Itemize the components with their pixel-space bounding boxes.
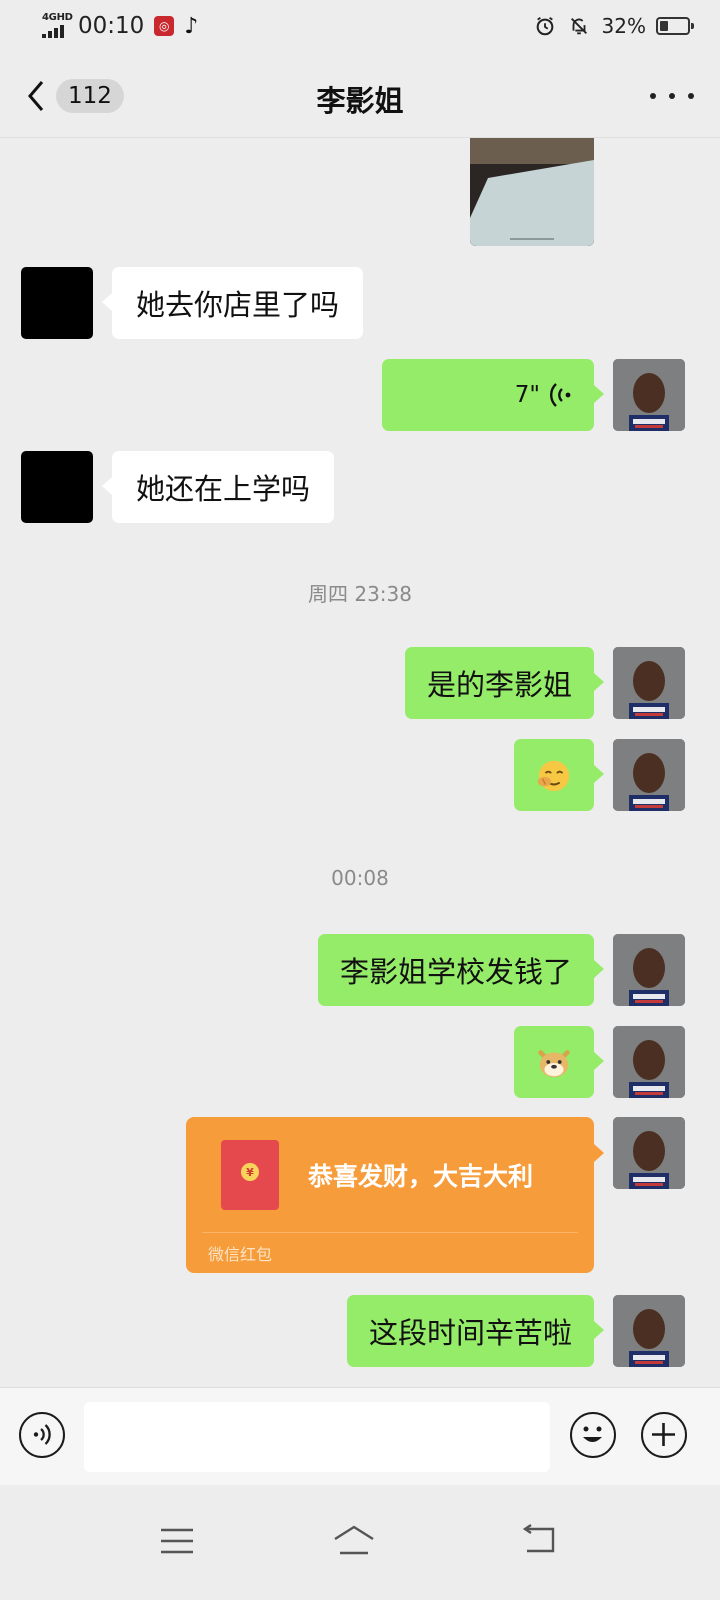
smiley-icon[interactable] xyxy=(570,1412,616,1458)
message-bubble-received[interactable]: 她去你店里了吗 xyxy=(101,267,364,339)
status-right: 32% xyxy=(534,14,694,38)
doge-emoji xyxy=(538,1050,570,1078)
my-avatar[interactable] xyxy=(613,1295,685,1367)
battery-fill xyxy=(660,21,668,31)
status-bar: 4GHD 00:10 ◎ ♪ 32% xyxy=(0,0,720,56)
mute-icon xyxy=(570,18,587,35)
network-type: 4GHD xyxy=(42,12,73,23)
message-bubble-received[interactable]: 她还在上学吗 xyxy=(101,451,335,523)
input-bar xyxy=(0,1387,720,1485)
voice-input-icon[interactable] xyxy=(19,1412,65,1458)
timestamp: 00:08 xyxy=(331,866,389,890)
red-packet-divider xyxy=(202,1232,578,1233)
alarm-icon xyxy=(536,16,553,36)
my-avatar[interactable] xyxy=(613,1117,685,1189)
app-notification-icon: ◎ xyxy=(154,16,175,36)
my-avatar[interactable] xyxy=(613,1026,685,1098)
red-packet-message[interactable]: ¥ 恭喜发财，大吉大利 微信红包 xyxy=(186,1117,604,1273)
message-bubble-sent[interactable]: 是的李影姐 xyxy=(404,647,605,719)
system-navigation-bar xyxy=(0,1485,720,1600)
red-packet-label: 微信红包 xyxy=(208,1245,273,1264)
timestamp: 周四 23:38 xyxy=(308,582,412,606)
emoji-message-bubble[interactable] xyxy=(514,1026,604,1098)
image-thumbnail xyxy=(470,138,594,246)
back-icon[interactable] xyxy=(519,1521,559,1561)
menu-icon[interactable] xyxy=(157,1521,197,1561)
red-envelope-icon: ¥ xyxy=(221,1140,279,1210)
message-bubble-sent[interactable]: 李影姐学校发钱了 xyxy=(317,934,605,1006)
facepalm-emoji xyxy=(537,760,570,792)
chat-header: 112 李影姐 xyxy=(0,56,720,138)
image-message[interactable] xyxy=(470,138,594,246)
my-avatar[interactable] xyxy=(613,647,685,719)
message-input[interactable] xyxy=(84,1402,550,1472)
status-left: 4GHD 00:10 ◎ ♪ xyxy=(40,12,198,40)
my-avatar[interactable] xyxy=(613,934,685,1006)
status-time: 00:10 xyxy=(78,13,145,39)
emoji-message-bubble[interactable] xyxy=(514,739,604,811)
red-packet-greeting: 恭喜发财，大吉大利 xyxy=(308,1162,534,1191)
battery-icon xyxy=(656,17,694,35)
home-icon[interactable] xyxy=(331,1521,377,1561)
battery-percent: 32% xyxy=(601,14,646,38)
plus-icon[interactable] xyxy=(641,1412,687,1458)
my-avatar[interactable] xyxy=(613,739,685,811)
tiktok-icon: ♪ xyxy=(184,13,199,39)
voice-wave-icon xyxy=(550,383,571,407)
more-dots-icon[interactable] xyxy=(650,86,694,106)
voice-message-bubble[interactable]: 7" xyxy=(382,359,604,431)
contact-avatar[interactable] xyxy=(21,451,93,523)
chat-title: 李影姐 xyxy=(316,84,404,118)
message-bubble-sent[interactable]: 这段时间辛苦啦 xyxy=(346,1295,605,1367)
my-avatar[interactable] xyxy=(613,359,685,431)
contact-avatar[interactable] xyxy=(21,267,93,339)
voice-duration: 7" xyxy=(514,382,540,408)
signal-icon: 4GHD xyxy=(40,12,74,40)
